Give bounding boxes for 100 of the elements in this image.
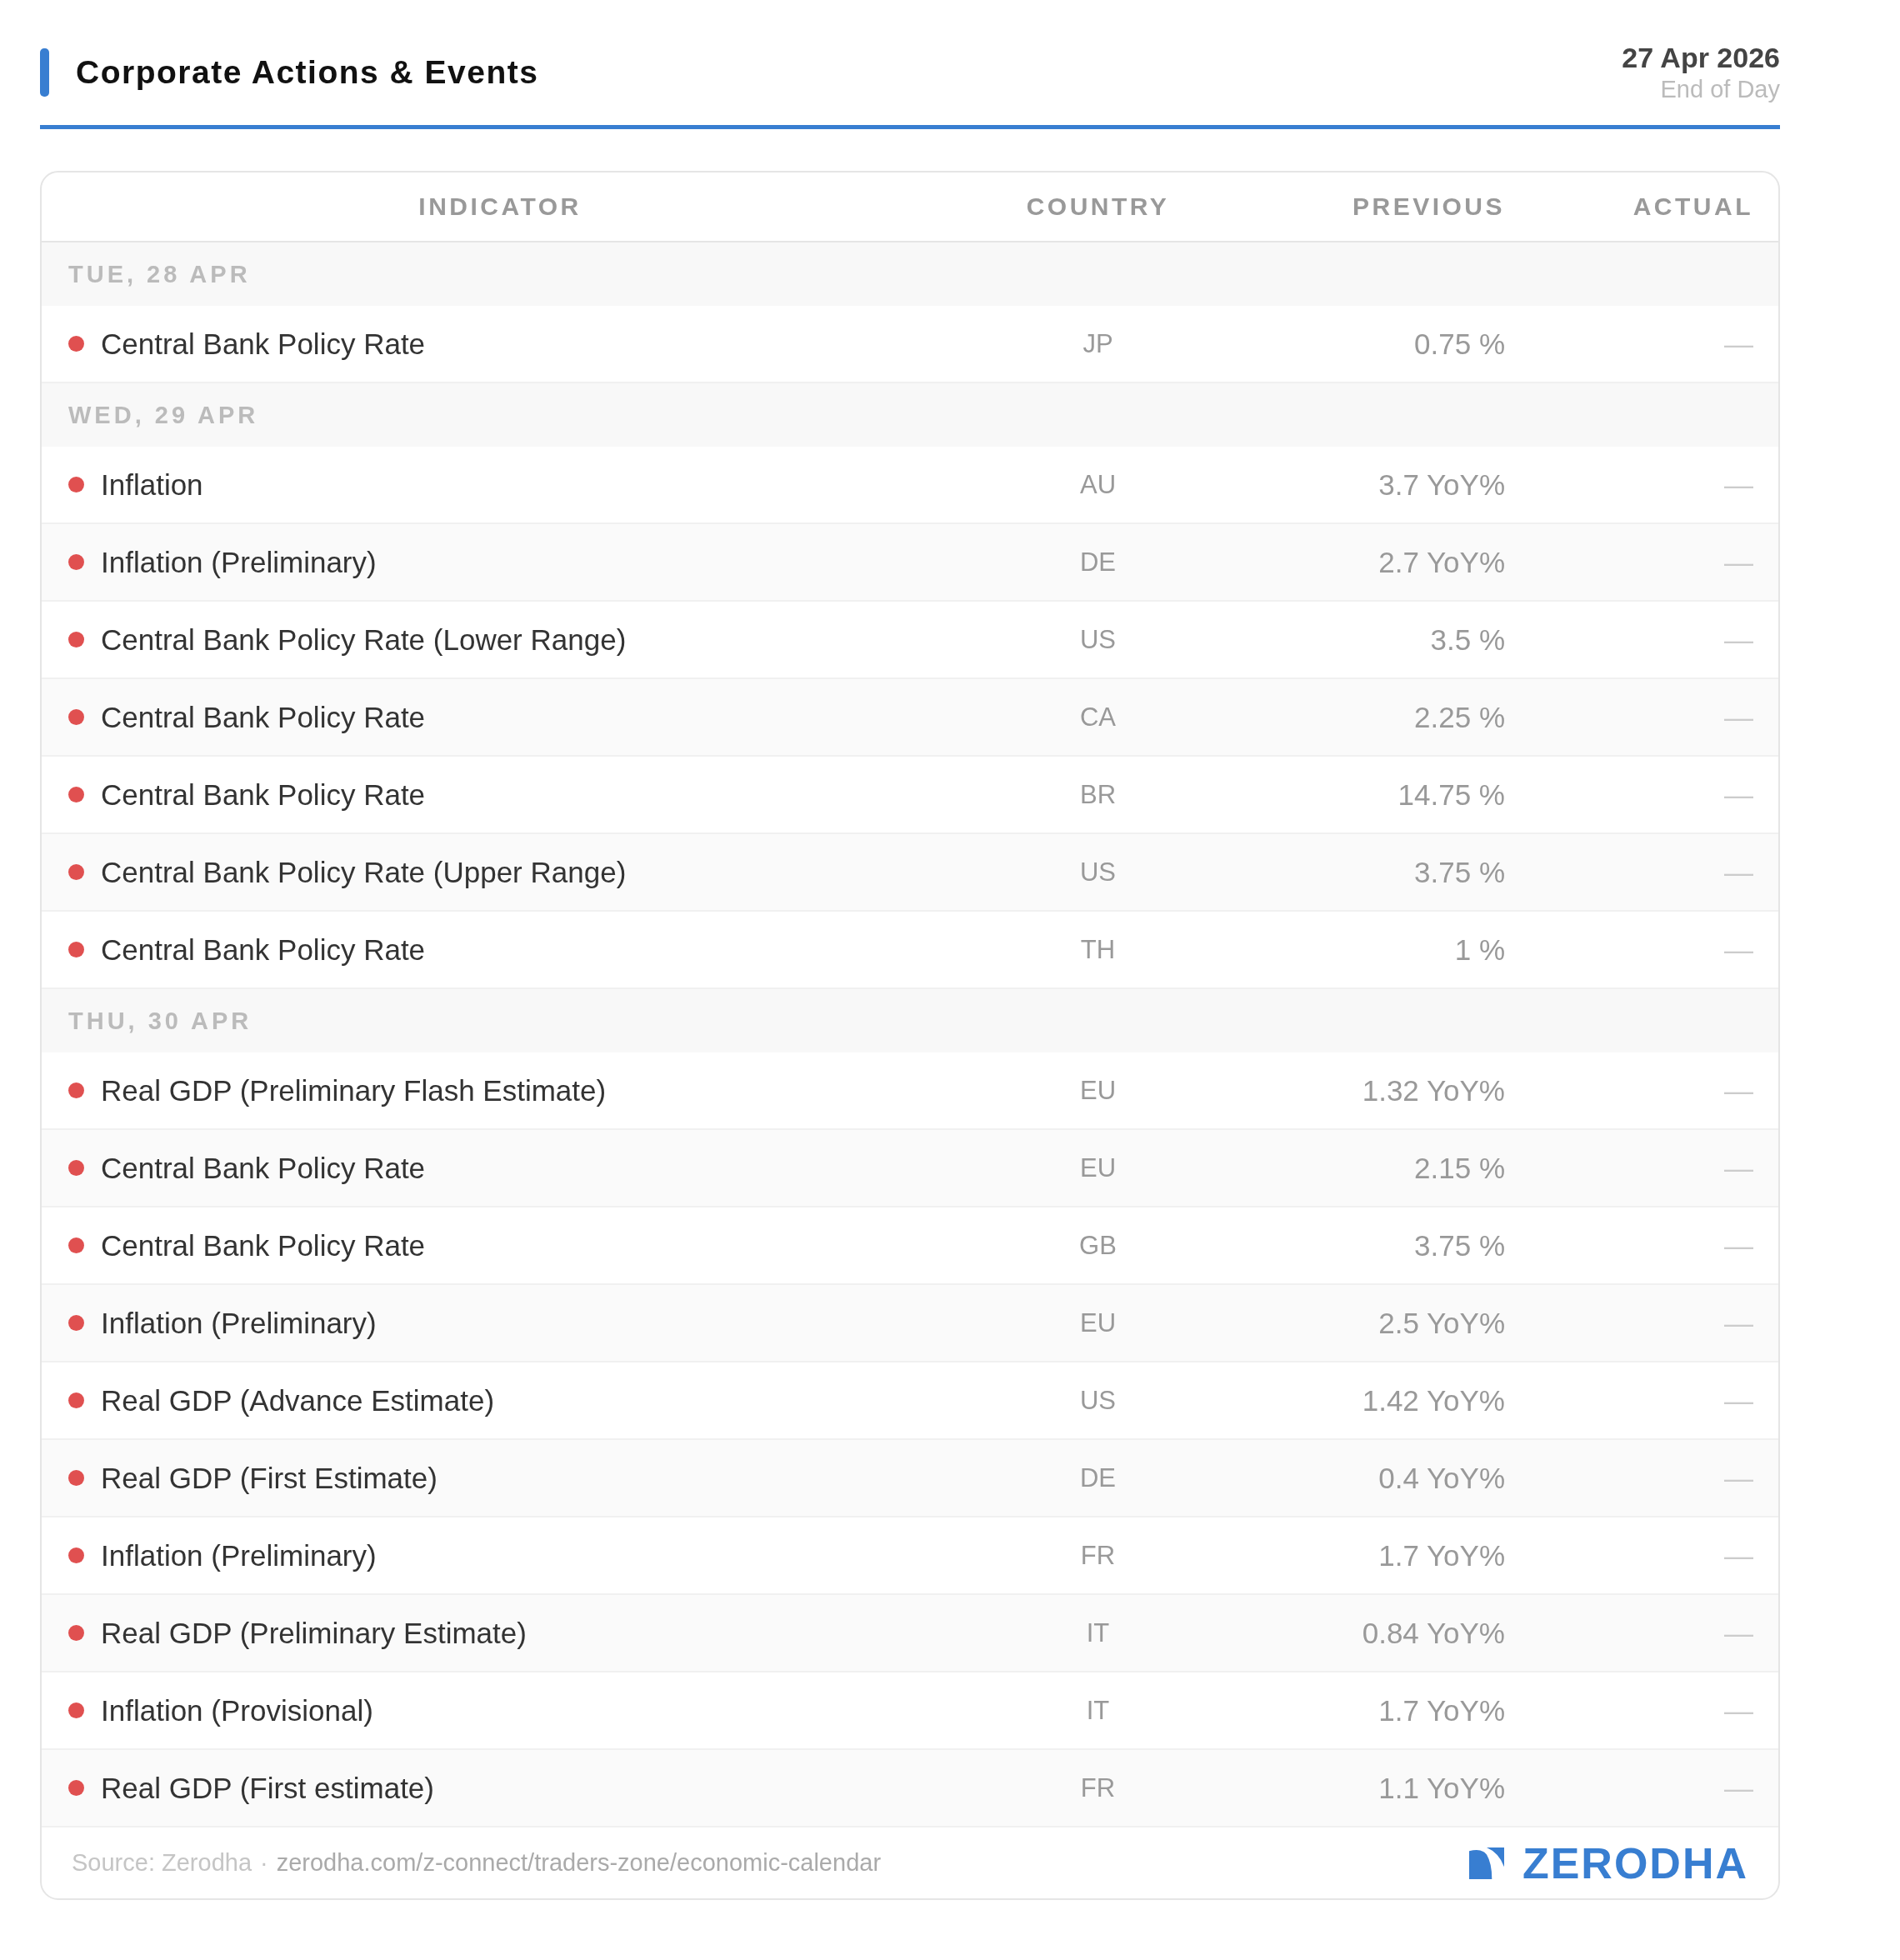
actual-cell: — (1724, 1306, 1753, 1339)
impact-dot (68, 1780, 84, 1796)
previous-cell: 2.15 % (1414, 1151, 1505, 1184)
actual-cell: — (1724, 1461, 1753, 1494)
indicator-cell: Real GDP (Preliminary Estimate) (101, 1616, 527, 1650)
indicator-cell: Central Bank Policy Rate (101, 1228, 426, 1262)
country-cell: BR (1079, 779, 1117, 809)
previous-cell: 3.5 % (1430, 622, 1505, 656)
country-cell: EU (1079, 1075, 1117, 1105)
country-cell: EU (1079, 1308, 1117, 1338)
date-label: 27 Apr 2026 (1622, 42, 1780, 74)
indicator-cell: Central Bank Policy Rate (101, 778, 426, 812)
indicator-cell: Inflation (Preliminary) (101, 1538, 377, 1572)
actual-cell: — (1724, 327, 1753, 360)
indicator-cell: Real GDP (Preliminary Flash Estimate) (101, 1073, 607, 1108)
indicator-cell: Real GDP (First estimate) (101, 1771, 434, 1805)
impact-dot (68, 942, 84, 958)
column-header: INDICATOR (418, 192, 582, 221)
indicator-cell: Real GDP (Advance Estimate) (101, 1383, 495, 1418)
country-cell: FR (1080, 1772, 1116, 1802)
previous-cell: 2.5 YoY% (1378, 1306, 1505, 1339)
impact-dot (68, 1702, 84, 1718)
previous-cell: 3.75 % (1414, 855, 1505, 888)
country-cell: FR (1080, 1540, 1116, 1570)
impact-dot (68, 336, 84, 352)
actual-cell: — (1724, 855, 1753, 888)
previous-cell: 1 % (1454, 932, 1505, 966)
country-cell: IT (1086, 1695, 1110, 1725)
day-label: TUE, 28 APR (68, 260, 251, 288)
indicator-cell: Inflation (101, 468, 203, 502)
actual-cell: — (1724, 1616, 1753, 1649)
actual-cell: — (1724, 1771, 1753, 1804)
previous-cell: 1.1 YoY% (1378, 1771, 1505, 1804)
actual-cell: — (1724, 1383, 1753, 1417)
previous-cell: 2.25 % (1414, 700, 1505, 733)
indicator-cell: Central Bank Policy Rate (101, 327, 426, 361)
country-cell: TH (1080, 934, 1116, 964)
previous-cell: 14.75 % (1398, 778, 1505, 811)
actual-cell: — (1724, 700, 1753, 733)
source-link[interactable]: zerodha.com/z-connect/traders-zone/economic-calendar (276, 1849, 882, 1877)
indicator-cell: Inflation (Provisional) (101, 1693, 373, 1728)
country-cell: US (1079, 857, 1117, 887)
actual-cell: — (1724, 545, 1753, 578)
actual-cell: — (1724, 1073, 1753, 1107)
impact-dot (68, 1548, 84, 1563)
impact-dot (68, 477, 84, 492)
country-cell: DE (1079, 1462, 1117, 1492)
indicator-cell: Central Bank Policy Rate (Upper Range) (101, 855, 627, 889)
actual-cell: — (1724, 778, 1753, 811)
actual-cell: — (1724, 468, 1753, 501)
impact-dot (68, 709, 84, 725)
actual-cell: — (1724, 1151, 1753, 1184)
impact-dot (68, 1238, 84, 1253)
indicator-cell: Central Bank Policy Rate (Lower Range) (101, 622, 627, 657)
previous-cell: 0.4 YoY% (1378, 1461, 1505, 1494)
logo-text: ZERODHA (1522, 1838, 1748, 1888)
impact-dot (68, 1315, 84, 1331)
indicator-cell: Inflation (Preliminary) (101, 545, 377, 579)
impact-dot (68, 1392, 84, 1408)
indicator-cell: Central Bank Policy Rate (101, 1151, 426, 1185)
day-label: WED, 29 APR (68, 401, 259, 429)
country-cell: IT (1086, 1618, 1110, 1648)
indicator-cell: Central Bank Policy Rate (101, 932, 426, 967)
date-subtitle: End of Day (1659, 76, 1780, 103)
previous-cell: 1.7 YoY% (1378, 1538, 1505, 1572)
column-header: PREVIOUS (1351, 192, 1506, 221)
actual-cell: — (1724, 932, 1753, 966)
previous-cell: 0.84 YoY% (1362, 1616, 1505, 1649)
day-label: THU, 30 APR (68, 1007, 252, 1035)
indicator-cell: Central Bank Policy Rate (101, 700, 426, 734)
impact-dot (68, 554, 84, 570)
country-cell: US (1079, 624, 1117, 654)
page-title: Corporate Actions & Events (76, 54, 539, 91)
actual-cell: — (1724, 1538, 1753, 1572)
indicator-cell: Real GDP (First Estimate) (101, 1461, 438, 1495)
impact-dot (68, 864, 84, 880)
actual-cell: — (1724, 622, 1753, 656)
country-cell: CA (1079, 702, 1117, 732)
country-cell: JP (1082, 328, 1113, 358)
previous-cell: 3.75 % (1414, 1228, 1505, 1262)
impact-dot (68, 1625, 84, 1641)
previous-cell: 1.32 YoY% (1362, 1073, 1505, 1107)
source-text: Source: Zerodha (72, 1849, 252, 1877)
impact-dot (68, 632, 84, 648)
accent-bar (40, 48, 49, 97)
impact-dot (68, 1470, 84, 1486)
indicator-cell: Inflation (Preliminary) (101, 1306, 377, 1340)
country-cell: US (1079, 1385, 1117, 1415)
actual-cell: — (1724, 1693, 1753, 1727)
country-cell: DE (1079, 547, 1117, 577)
impact-dot (68, 1082, 84, 1098)
country-cell: GB (1079, 1230, 1117, 1260)
column-header: COUNTRY (1025, 192, 1171, 221)
previous-cell: 3.7 YoY% (1378, 468, 1505, 501)
previous-cell: 1.42 YoY% (1362, 1383, 1505, 1417)
previous-cell: 0.75 % (1414, 327, 1505, 360)
country-cell: EU (1079, 1152, 1117, 1182)
impact-dot (68, 1160, 84, 1176)
country-cell: AU (1079, 469, 1117, 499)
previous-cell: 1.7 YoY% (1378, 1693, 1505, 1727)
